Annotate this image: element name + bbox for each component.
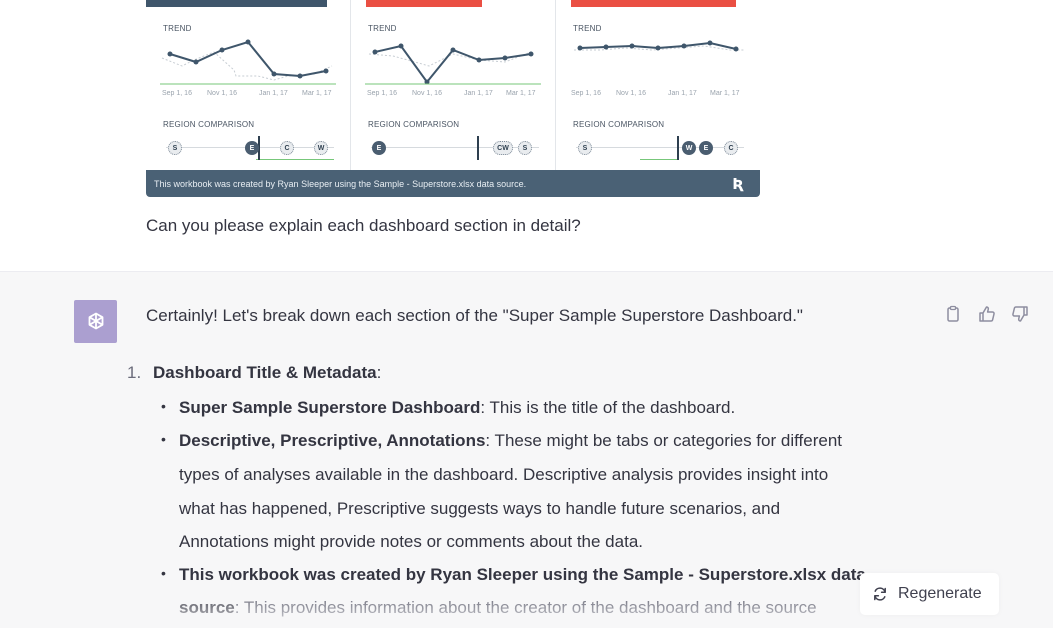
list-item-title-text: Dashboard Title & Metadata xyxy=(153,363,377,382)
bullet-dot: • xyxy=(161,431,166,447)
tick-label: Sep 1, 16 xyxy=(367,90,397,97)
bullet-continuation: types of analyses available in the dashb… xyxy=(179,465,829,484)
region-dot: E xyxy=(245,141,259,155)
region-dot: S xyxy=(168,141,182,155)
region-marker xyxy=(477,136,479,160)
thumbs-down-icon xyxy=(1012,306,1028,322)
bullet-bold: This workbook was created by Ryan Sleepe… xyxy=(179,565,866,584)
region-dot: W xyxy=(314,141,328,155)
tick-label: Nov 1, 16 xyxy=(616,90,646,97)
assistant-intro: Certainly! Let's break down each section… xyxy=(146,306,803,325)
tick-label: Mar 1, 17 xyxy=(506,90,536,97)
region-label: REGION COMPARISON xyxy=(368,120,460,129)
bullet-line: Descriptive, Prescriptive, Annotations: … xyxy=(179,431,842,451)
bullet-dot: • xyxy=(161,565,166,581)
bullet-bold: source xyxy=(179,598,235,617)
kpi-bar-2 xyxy=(366,0,482,7)
tick-label: Mar 1, 17 xyxy=(302,90,332,97)
tick-label: Nov 1, 16 xyxy=(207,90,237,97)
list-item-title: Dashboard Title & Metadata: xyxy=(153,363,381,383)
bullet-continuation: what has happened, Prescriptive suggests… xyxy=(179,499,781,518)
region-dot: S xyxy=(518,141,532,155)
list-item-colon: : xyxy=(376,363,382,382)
copy-icon xyxy=(947,305,959,322)
tick-label: Nov 1, 16 xyxy=(412,90,442,97)
thumbs-down-button[interactable] xyxy=(1009,303,1031,325)
tick-label: Sep 1, 16 xyxy=(571,90,601,97)
tick-label: Sep 1, 16 xyxy=(162,90,192,97)
bullet-dot: • xyxy=(161,398,166,414)
dashboard-footer: This workbook was created by Ryan Sleepe… xyxy=(146,170,760,197)
region-label: REGION COMPARISON xyxy=(573,120,665,129)
user-message: Can you please explain each dashboard se… xyxy=(146,216,581,235)
dashboard-image: TREND Sep 1, 16 Nov 1, 16 Jan 1, 17 Mar … xyxy=(146,0,760,197)
trend-label: TREND xyxy=(573,24,602,33)
tick-label: Jan 1, 17 xyxy=(668,90,697,97)
tick-label: Jan 1, 17 xyxy=(259,90,288,97)
kpi-bar-1 xyxy=(146,0,327,7)
bullet-line: Super Sample Superstore Dashboard: This … xyxy=(179,398,735,418)
trend-label: TREND xyxy=(163,24,192,33)
region-dot: W xyxy=(682,141,696,155)
bullet-line: source: This provides information about … xyxy=(179,598,817,618)
bullet-bold: Descriptive, Prescriptive, Annotations xyxy=(179,431,486,450)
tick-label: Mar 1, 17 xyxy=(710,90,740,97)
region-dot: E xyxy=(372,141,386,155)
trend-chart xyxy=(365,43,541,85)
region-dot: E xyxy=(699,141,713,155)
region-dot: CW xyxy=(493,141,513,155)
region-label: REGION COMPARISON xyxy=(163,120,255,129)
list-number: 1. xyxy=(127,363,142,382)
chat-page: TREND Sep 1, 16 Nov 1, 16 Jan 1, 17 Mar … xyxy=(0,0,1053,628)
bullet-text: : These might be tabs or categories for … xyxy=(485,431,842,450)
trend-chart xyxy=(574,40,744,52)
tick-label: Jan 1, 17 xyxy=(464,90,493,97)
bullet-continuation: Annotations might provide notes or comme… xyxy=(179,532,643,551)
assistant-avatar xyxy=(74,300,117,343)
kpi-bar-3 xyxy=(571,0,736,7)
bullet-text: : This provides information about the cr… xyxy=(234,598,817,617)
copy-button[interactable] xyxy=(942,303,964,325)
bullet-line: This workbook was created by Ryan Sleepe… xyxy=(179,565,866,585)
region-dot: C xyxy=(724,141,738,155)
bullet-text: : This is the title of the dashboard. xyxy=(480,398,736,417)
author-logo-icon: Ʀ xyxy=(732,175,744,193)
openai-logo-icon xyxy=(88,312,103,329)
footer-text: This workbook was created by Ryan Sleepe… xyxy=(154,178,527,189)
region-dot: C xyxy=(280,141,294,155)
regenerate-label: Regenerate xyxy=(898,585,982,602)
thumbs-up-icon xyxy=(979,306,995,322)
bullet-bold: Super Sample Superstore Dashboard xyxy=(179,398,481,417)
refresh-icon xyxy=(874,587,886,601)
trend-chart xyxy=(160,39,336,85)
thumbs-up-button[interactable] xyxy=(976,303,998,325)
region-marker xyxy=(677,136,679,160)
regenerate-button[interactable]: Regenerate xyxy=(860,573,999,615)
region-dot: S xyxy=(578,141,592,155)
trend-label: TREND xyxy=(368,24,397,33)
